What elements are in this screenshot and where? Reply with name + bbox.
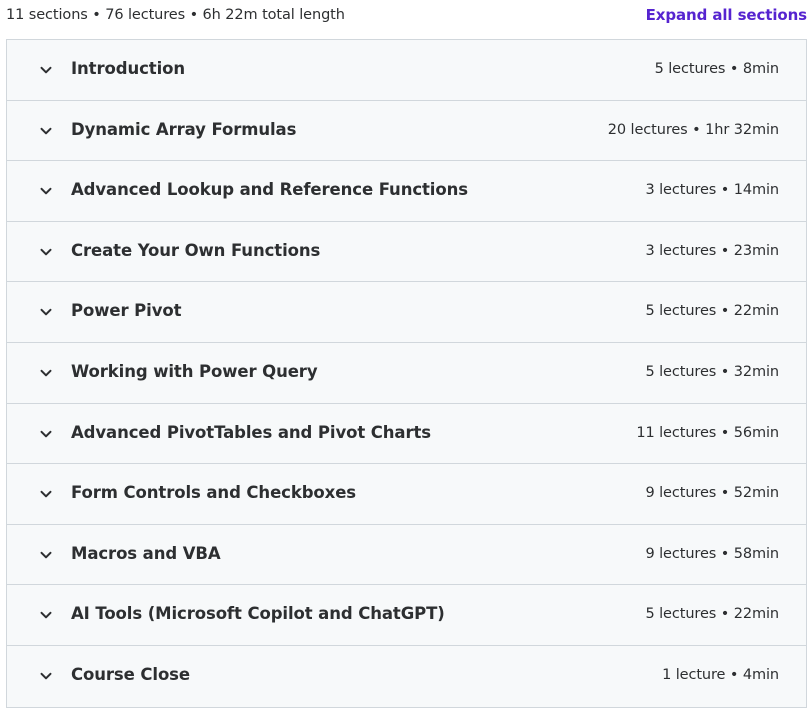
section-title: Advanced PivotTables and Pivot Charts bbox=[71, 422, 432, 442]
section-row[interactable]: AI Tools (Microsoft Copilot and ChatGPT)… bbox=[7, 585, 806, 646]
section-meta: 5 lectures • 32min bbox=[645, 363, 779, 380]
section-title: Working with Power Query bbox=[71, 361, 318, 381]
section-title: Advanced Lookup and Reference Functions bbox=[71, 180, 468, 200]
chevron-down-icon bbox=[38, 62, 54, 78]
section-meta: 3 lectures • 14min bbox=[645, 182, 779, 199]
section-meta: 5 lectures • 22min bbox=[645, 303, 779, 320]
section-meta: 9 lectures • 52min bbox=[645, 485, 779, 502]
expand-all-sections-button[interactable]: Expand all sections bbox=[646, 6, 807, 24]
section-meta: 5 lectures • 8min bbox=[654, 61, 779, 77]
section-row[interactable]: Course Close 1 lecture • 4min bbox=[7, 645, 806, 707]
section-title: Create Your Own Functions bbox=[71, 240, 321, 260]
section-row[interactable]: Introduction 5 lectures • 8min bbox=[7, 40, 806, 101]
chevron-down-icon bbox=[38, 365, 54, 381]
section-meta: 9 lectures • 58min bbox=[645, 545, 779, 562]
section-title: AI Tools (Microsoft Copilot and ChatGPT) bbox=[71, 604, 445, 624]
section-list: Introduction 5 lectures • 8min Dynamic A… bbox=[6, 39, 807, 708]
section-row[interactable]: Working with Power Query 5 lectures • 32… bbox=[7, 342, 806, 404]
section-title: Course Close bbox=[71, 664, 190, 684]
section-title: Form Controls and Checkboxes bbox=[71, 483, 357, 503]
section-row[interactable]: Dynamic Array Formulas 20 lectures • 1hr… bbox=[7, 100, 806, 162]
course-summary: 11 sections • 76 lectures • 6h 22m total… bbox=[6, 7, 345, 23]
section-row[interactable]: Power Pivot 5 lectures • 22min bbox=[7, 282, 806, 343]
section-row[interactable]: Advanced Lookup and Reference Functions … bbox=[7, 161, 806, 222]
section-row[interactable]: Form Controls and Checkboxes 9 lectures … bbox=[7, 464, 806, 525]
section-meta: 3 lectures • 23min bbox=[645, 242, 779, 259]
chevron-down-icon bbox=[38, 547, 54, 563]
section-row[interactable]: Advanced PivotTables and Pivot Charts 11… bbox=[7, 403, 806, 465]
section-row[interactable]: Create Your Own Functions 3 lectures • 2… bbox=[7, 221, 806, 283]
chevron-down-icon bbox=[38, 426, 54, 442]
section-row[interactable]: Macros and VBA 9 lectures • 58min bbox=[7, 524, 806, 586]
chevron-down-icon bbox=[38, 183, 54, 199]
chevron-down-icon bbox=[38, 486, 54, 502]
course-content: 11 sections • 76 lectures • 6h 22m total… bbox=[0, 0, 809, 711]
course-summary-bar: 11 sections • 76 lectures • 6h 22m total… bbox=[0, 0, 809, 32]
section-title: Dynamic Array Formulas bbox=[71, 119, 297, 139]
section-title: Macros and VBA bbox=[71, 543, 221, 563]
section-meta: 11 lectures • 56min bbox=[636, 424, 779, 441]
section-meta: 20 lectures • 1hr 32min bbox=[607, 121, 779, 138]
section-meta: 1 lecture • 4min bbox=[662, 666, 779, 683]
section-title: Introduction bbox=[71, 59, 186, 78]
section-meta: 5 lectures • 22min bbox=[645, 606, 779, 623]
chevron-down-icon bbox=[38, 668, 54, 684]
chevron-down-icon bbox=[38, 244, 54, 260]
chevron-down-icon bbox=[38, 607, 54, 623]
chevron-down-icon bbox=[38, 123, 54, 139]
section-title: Power Pivot bbox=[71, 301, 182, 321]
chevron-down-icon bbox=[38, 304, 54, 320]
